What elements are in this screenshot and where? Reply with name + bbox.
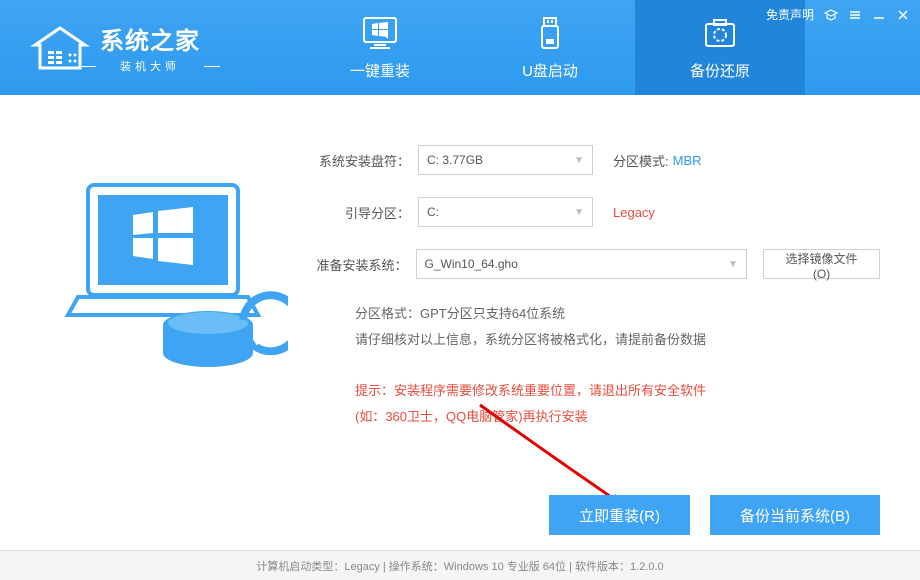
partition-mode-value: MBR xyxy=(673,153,702,168)
reinstall-now-button[interactable]: 立即重装(R) xyxy=(549,495,690,535)
backup-current-button[interactable]: 备份当前系统(B) xyxy=(710,495,880,535)
install-drive-label: 系统安装盘符： xyxy=(315,151,410,170)
warning-block: 提示：安装程序需要修改系统重要位置，请退出所有安全软件 (如：360卫士，QQ电… xyxy=(355,378,880,430)
chevron-down-icon: ▼ xyxy=(574,207,584,218)
content-area: 系统安装盘符： C: 3.77GB ▼ 分区模式: MBR 引导分区： C: ▼… xyxy=(0,95,920,550)
brand-title: 系统之家 xyxy=(100,21,200,56)
app-header: 系统之家 装机大师 一键重装 U盘启动 备份还原 免责声明 xyxy=(0,0,920,95)
chevron-down-icon: ▼ xyxy=(728,259,738,270)
window-controls: 免责声明 xyxy=(766,6,910,23)
row-prepare-system: 准备安装系统： G_Win10_64.gho ▼ 选择镜像文件(O) xyxy=(315,249,880,279)
warning-line: 提示：安装程序需要修改系统重要位置，请退出所有安全软件 xyxy=(355,378,880,404)
warning-line: (如：360卫士，QQ电脑管家)再执行安装 xyxy=(355,404,880,430)
partition-mode-label: 分区模式: xyxy=(613,151,669,170)
statusbar: 计算机启动类型：Legacy | 操作系统：Windows 10 专业版 64位… xyxy=(0,550,920,580)
info-block: 分区格式：GPT分区只支持64位系统 请仔细核对以上信息，系统分区将被格式化，请… xyxy=(355,301,880,353)
boot-partition-label: 引导分区： xyxy=(315,203,410,222)
browse-image-button[interactable]: 选择镜像文件(O) xyxy=(763,249,880,279)
install-drive-select[interactable]: C: 3.77GB ▼ xyxy=(418,145,593,175)
statusbar-text: 计算机启动类型：Legacy | 操作系统：Windows 10 专业版 64位… xyxy=(256,558,663,574)
close-icon[interactable] xyxy=(896,8,910,22)
tab-label: 一键重装 xyxy=(350,60,410,81)
nav-tabs: 一键重装 U盘启动 备份还原 xyxy=(295,0,805,95)
info-line: 请仔细核对以上信息，系统分区将被格式化，请提前备份数据 xyxy=(355,327,880,353)
info-line: 分区格式：GPT分区只支持64位系统 xyxy=(355,301,880,327)
tab-reinstall[interactable]: 一键重装 xyxy=(295,0,465,95)
house-logo-icon xyxy=(30,23,90,73)
form-area: 系统安装盘符： C: 3.77GB ▼ 分区模式: MBR 引导分区： C: ▼… xyxy=(305,145,880,530)
usb-drive-icon xyxy=(530,14,570,54)
menu-icon[interactable] xyxy=(848,8,862,22)
prepare-system-label: 准备安装系统： xyxy=(315,255,408,274)
row-boot-partition: 引导分区： C: ▼ Legacy xyxy=(315,197,880,227)
brand-subtitle: 装机大师 xyxy=(100,58,200,74)
tab-label: U盘启动 xyxy=(522,60,578,81)
minimize-icon[interactable] xyxy=(872,8,886,22)
chevron-down-icon: ▼ xyxy=(574,155,584,166)
boot-mode-value: Legacy xyxy=(613,205,655,220)
select-value: G_Win10_64.gho xyxy=(425,257,518,271)
tab-usb-boot[interactable]: U盘启动 xyxy=(465,0,635,95)
select-value: C: 3.77GB xyxy=(427,153,483,167)
camera-restore-icon xyxy=(700,14,740,54)
graduation-icon[interactable] xyxy=(824,8,838,22)
select-value: C: xyxy=(427,205,439,219)
boot-partition-select[interactable]: C: ▼ xyxy=(418,197,593,227)
laptop-illustration xyxy=(40,145,305,530)
logo-area: 系统之家 装机大师 xyxy=(0,21,200,74)
action-buttons: 立即重装(R) 备份当前系统(B) xyxy=(549,495,880,535)
disclaimer-link[interactable]: 免责声明 xyxy=(766,6,814,23)
tab-label: 备份还原 xyxy=(690,60,750,81)
row-install-drive: 系统安装盘符： C: 3.77GB ▼ 分区模式: MBR xyxy=(315,145,880,175)
prepare-system-select[interactable]: G_Win10_64.gho ▼ xyxy=(416,249,748,279)
monitor-windows-icon xyxy=(360,14,400,54)
